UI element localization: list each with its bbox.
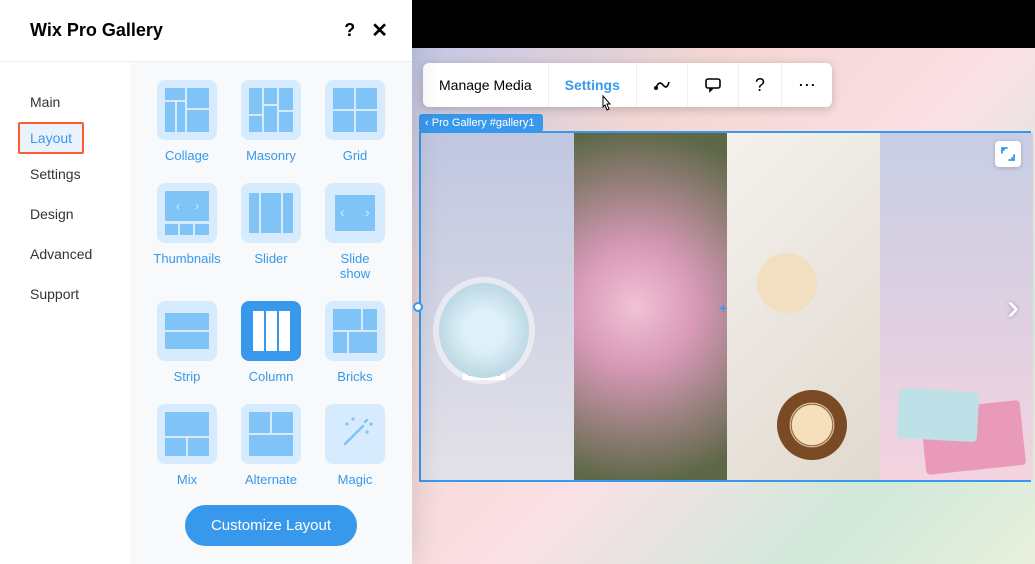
gallery-next-arrow[interactable]: › (1007, 286, 1019, 328)
nav-item-settings[interactable]: Settings (0, 154, 130, 194)
layout-thumb-bricks[interactable] (325, 301, 385, 361)
layout-label: Slide show (325, 251, 385, 281)
svg-text:›: › (195, 199, 199, 213)
layout-label: Alternate (245, 472, 297, 487)
selection-label: Pro Gallery #gallery1 (432, 117, 535, 129)
nav-item-support[interactable]: Support (0, 274, 130, 314)
customize-layout-button[interactable]: Customize Layout (185, 505, 357, 546)
layout-thumb-grid[interactable] (325, 80, 385, 140)
panel-title: Wix Pro Gallery (30, 20, 163, 41)
expand-icon (1001, 147, 1015, 161)
nav-item-advanced[interactable]: Advanced (0, 234, 130, 274)
layout-label: Strip (174, 369, 201, 384)
layout-thumb-mix[interactable] (157, 404, 217, 464)
comments-button[interactable] (688, 63, 739, 107)
add-element-handle[interactable]: + (719, 300, 727, 316)
more-button[interactable]: ⋯ (782, 63, 832, 107)
selection-tag[interactable]: ‹ Pro Gallery #gallery1 (419, 114, 543, 132)
gallery-settings-panel: Wix Pro Gallery ? ✕ Main Layout Settings… (0, 0, 412, 564)
panel-nav: Main Layout Settings Design Advanced Sup… (0, 62, 130, 564)
layout-thumb-collage[interactable] (157, 80, 217, 140)
layout-label: Collage (165, 148, 209, 163)
layout-thumb-slideshow[interactable]: ‹› (325, 183, 385, 243)
layout-picker: Collage Masonry (130, 62, 412, 564)
gallery-slide[interactable] (574, 133, 727, 480)
animation-button[interactable] (637, 63, 688, 107)
layout-label: Magic (338, 472, 373, 487)
expand-gallery-button[interactable] (995, 141, 1021, 167)
layout-thumb-thumbnails[interactable]: ‹› (157, 183, 217, 243)
settings-label: Settings (565, 77, 620, 93)
discount-tag: 75% off (463, 367, 505, 380)
gallery-slide[interactable]: 75% off (421, 133, 574, 480)
layout-label: Slider (254, 251, 287, 266)
layout-label: Thumbnails (153, 251, 220, 266)
layout-thumb-magic[interactable] (325, 404, 385, 464)
nav-item-layout[interactable]: Layout (18, 122, 84, 154)
layout-thumb-strip[interactable] (157, 301, 217, 361)
canvas-top-strip (412, 0, 1035, 48)
settings-button[interactable]: Settings (549, 63, 637, 107)
layout-thumb-alternate[interactable] (241, 404, 301, 464)
panel-help-icon[interactable]: ? (344, 20, 355, 41)
nav-item-design[interactable]: Design (0, 194, 130, 234)
comment-icon (704, 76, 722, 94)
help-button[interactable]: ? (739, 63, 782, 107)
gallery-slide[interactable] (727, 133, 880, 480)
layout-thumb-slider[interactable] (241, 183, 301, 243)
svg-text:‹: ‹ (340, 204, 345, 220)
layout-thumb-masonry[interactable] (241, 80, 301, 140)
panel-header: Wix Pro Gallery ? ✕ (0, 0, 412, 62)
nav-item-main[interactable]: Main (0, 82, 130, 122)
manage-media-button[interactable]: Manage Media (423, 63, 549, 107)
svg-text:›: › (365, 204, 370, 220)
layout-label: Masonry (246, 148, 296, 163)
layout-label: Mix (177, 472, 197, 487)
layout-label: Bricks (337, 369, 372, 384)
animation-icon (653, 76, 671, 94)
resize-handle-left[interactable] (413, 302, 423, 312)
panel-close-icon[interactable]: ✕ (371, 18, 388, 43)
element-toolbar: Manage Media Settings ? ⋯ (423, 63, 832, 107)
back-chevron-icon: ‹ (425, 117, 429, 129)
layout-thumb-column[interactable] (241, 301, 301, 361)
layout-label: Grid (343, 148, 368, 163)
svg-text:‹: ‹ (176, 199, 180, 213)
layout-label: Column (249, 369, 294, 384)
